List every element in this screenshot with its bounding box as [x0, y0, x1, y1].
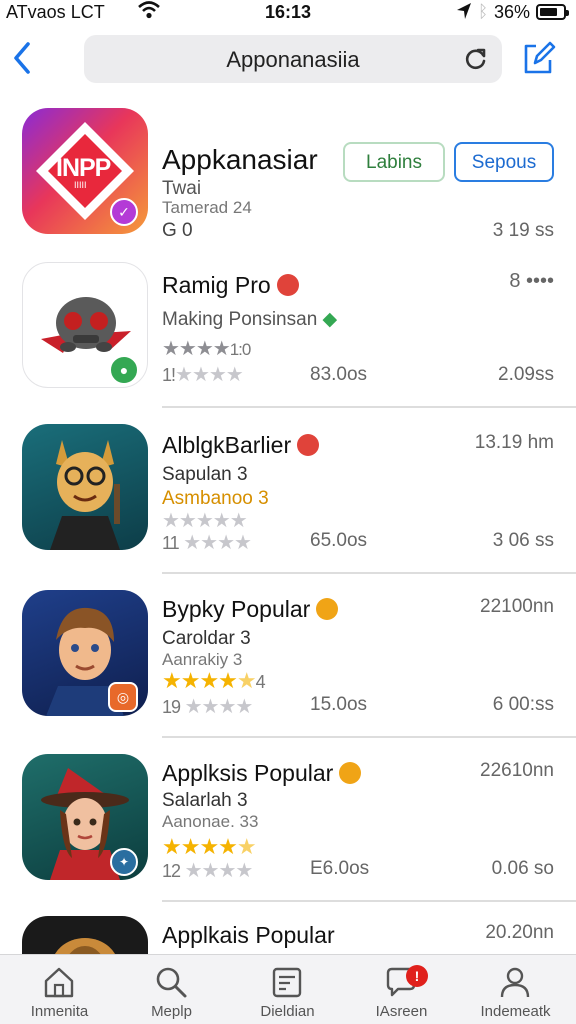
- rating-stars: ★★★★1:0: [162, 338, 251, 360]
- reload-icon[interactable]: [464, 47, 488, 71]
- app-count: 15.0os: [310, 694, 368, 715]
- divider: [162, 406, 576, 408]
- verified-badge-icon: ✦: [110, 848, 138, 876]
- icon-logo-small-text: IIIII: [74, 180, 87, 190]
- back-chevron-icon[interactable]: [8, 38, 36, 78]
- app-meta-top: 8 ••••: [509, 270, 554, 292]
- search-icon: [156, 967, 187, 998]
- award-badge-icon: [297, 434, 320, 456]
- featured-app-name: Appkanasiar: [162, 144, 318, 175]
- list-item[interactable]: Applkais Popular 20.20nn: [0, 916, 576, 954]
- rating-stars: ★★★★★: [162, 834, 257, 859]
- app-name: AlblgkBarlier: [162, 432, 320, 459]
- award-badge-icon: [339, 762, 362, 784]
- featured-app-sub3: G 0: [162, 220, 193, 241]
- tab-label: Meplp: [151, 1003, 192, 1020]
- app-meta-bottom: 0.06 so: [491, 858, 554, 879]
- clock: 16:13: [264, 2, 312, 22]
- award-badge-icon: [316, 598, 339, 620]
- helmet-character-icon: [54, 938, 116, 954]
- home-icon: [44, 967, 74, 998]
- tab-label: Indemeatk: [480, 1003, 551, 1020]
- tab-messages[interactable]: ! IAsreen: [344, 955, 459, 1024]
- compose-icon[interactable]: [522, 40, 556, 76]
- app-count: 83.0os: [310, 364, 368, 385]
- shield-badge-icon: ✓: [110, 198, 138, 226]
- app-icon: ✦: [22, 754, 148, 880]
- labels-button[interactable]: Labins: [343, 142, 445, 182]
- app-name: Ramig Pro: [162, 272, 299, 299]
- app-subtitle-2: Aanrakiy 3: [162, 650, 243, 669]
- battery-icon: [536, 4, 569, 20]
- app-icon: [22, 916, 148, 954]
- rating-stars-count: 19 ★★★★: [162, 696, 253, 718]
- tab-search[interactable]: Meplp: [114, 955, 229, 1024]
- notification-badge: !: [406, 965, 428, 987]
- app-name: Bypky Popular: [162, 596, 339, 623]
- app-icon: [22, 424, 148, 550]
- app-meta-top: 13.19 hm: [474, 432, 554, 453]
- featured-app-meta: 3 19 ss: [492, 220, 554, 241]
- rating-stars-count: 1!★★★★: [162, 364, 244, 386]
- app-name: Applkais Popular: [162, 922, 335, 948]
- bluetooth-icon: ᛒ: [478, 2, 489, 21]
- page-title: Apponanasiia: [226, 47, 360, 72]
- note-edit-icon: [272, 967, 302, 998]
- check-icon: ◆: [322, 309, 338, 330]
- award-badge-icon: [276, 274, 299, 296]
- tab-home[interactable]: Inmenita: [2, 955, 117, 1024]
- app-subtitle-2: Aanonae. 33: [162, 812, 259, 831]
- app-name: Applksis Popular: [162, 760, 362, 787]
- navigation-bar: Apponanasiia: [0, 30, 576, 90]
- tab-notes[interactable]: Dieldian: [230, 955, 345, 1024]
- app-subtitle: Salarlah 3: [162, 790, 248, 811]
- rating-stars-count: 12 ★★★★: [162, 860, 253, 882]
- featured-app-icon: INPP IIIII ✓: [22, 108, 148, 234]
- app-subtitle: Making Ponsinsan ◆: [162, 309, 338, 330]
- tab-label: Dieldian: [260, 1003, 315, 1020]
- list-item[interactable]: AlblgkBarlier 13.19 hm Sapulan 3 Asmbano…: [0, 424, 576, 566]
- rating-stars-count: 11 ★★★★: [162, 532, 252, 554]
- app-count: E6.0os: [310, 858, 370, 879]
- divider: [162, 736, 576, 738]
- trophy-badge-icon: ◎: [108, 682, 138, 712]
- divider: [162, 572, 576, 574]
- app-meta-bottom: 2.09ss: [498, 364, 554, 385]
- tab-profile[interactable]: Indemeatk: [458, 955, 573, 1024]
- verified-badge-icon: ●: [109, 355, 139, 385]
- icon-logo-text: INPP: [56, 154, 111, 182]
- tab-label: IAsreen: [375, 1003, 428, 1020]
- tab-bar: Inmenita Meplp Dieldian ! IAsreen Indeme…: [0, 954, 576, 1024]
- list-item[interactable]: ✦ Applksis Popular 22610nn Salarlah 3 Aa…: [0, 754, 576, 896]
- tab-label: Inmenita: [30, 1003, 89, 1020]
- featured-app-sub1: Twai: [162, 178, 202, 199]
- app-meta-top: 20.20nn: [485, 922, 554, 943]
- person-icon: [500, 967, 530, 998]
- fox-character-icon: [50, 440, 120, 550]
- app-meta-top: 22100nn: [480, 596, 554, 617]
- status-bar: ATvaos LCT 16:13 ᛒ 36%: [0, 0, 576, 26]
- list-item[interactable]: ● Ramig Pro 8 •••• Making Ponsinsan ◆ ★★…: [0, 262, 576, 404]
- app-icon: ◎: [22, 590, 148, 716]
- app-meta-bottom: 6 00:ss: [492, 694, 554, 715]
- app-meta-top: 22610nn: [480, 760, 554, 781]
- location-arrow-icon: [457, 3, 471, 19]
- app-icon: ●: [22, 262, 148, 388]
- app-subtitle-2: Asmbanoo 3: [162, 488, 269, 509]
- battery-percent: 36%: [494, 2, 531, 22]
- sepous-button[interactable]: Sepous: [454, 142, 554, 182]
- featured-app-sub2: Tamerad 24: [162, 198, 252, 217]
- address-bar[interactable]: Apponanasiia: [84, 35, 502, 83]
- divider: [162, 900, 576, 902]
- list-item[interactable]: ◎ Bypky Popular 22100nn Caroldar 3 Aanra…: [0, 590, 576, 732]
- app-meta-bottom: 3 06 ss: [492, 530, 554, 551]
- app-subtitle: Caroldar 3: [162, 628, 251, 649]
- rating-stars: ★★★★★4: [162, 668, 266, 693]
- app-count: 65.0os: [310, 530, 368, 551]
- app-subtitle: Sapulan 3: [162, 464, 248, 485]
